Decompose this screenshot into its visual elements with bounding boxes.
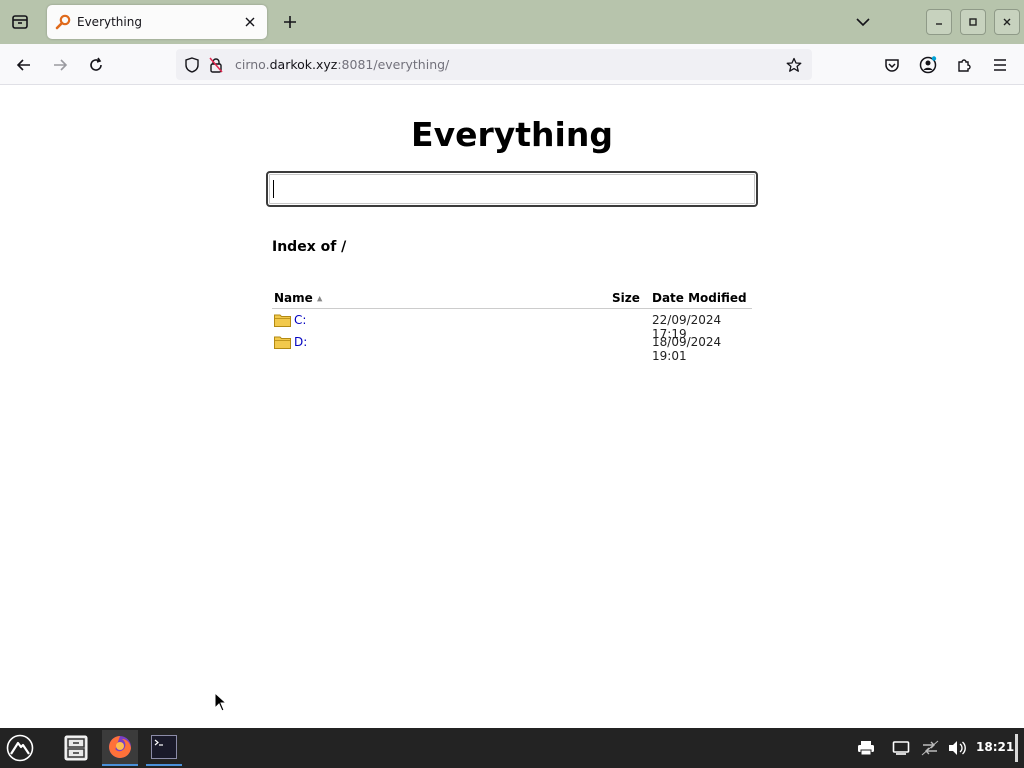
pocket-button[interactable] <box>877 50 907 80</box>
arrow-left-icon <box>16 59 30 71</box>
network-tray-button[interactable] <box>920 738 940 758</box>
shield-icon <box>185 56 199 73</box>
volume-tray-button[interactable] <box>947 738 967 758</box>
table-row[interactable]: D: 18/09/2024 19:01 <box>272 331 752 363</box>
taskbar-file-manager[interactable] <box>58 730 94 766</box>
url-prefix: cirno. <box>235 57 270 72</box>
display-tray-button[interactable] <box>891 738 911 758</box>
start-menu-button[interactable] <box>2 730 38 766</box>
firefox-icon <box>109 736 131 758</box>
file-listing-table: Name ▲ Size Date Modified C: 22/09/2024 … <box>272 289 752 363</box>
close-window-icon <box>1003 18 1011 26</box>
insecure-lock-icon <box>209 57 223 73</box>
url-suffix: :8081/everything/ <box>337 57 450 72</box>
arrow-right-icon <box>54 59 68 71</box>
account-icon <box>919 56 937 74</box>
network-disconnected-icon <box>921 740 939 756</box>
bookmark-button[interactable] <box>782 53 806 77</box>
firefox-view-button[interactable] <box>6 8 34 36</box>
file-cabinet-icon <box>64 735 88 761</box>
new-tab-button[interactable] <box>276 8 304 36</box>
column-header-name[interactable]: Name ▲ <box>274 291 322 305</box>
back-button[interactable] <box>9 50 39 80</box>
maximize-icon <box>969 18 977 26</box>
page-content: Everything Index of / Name ▲ Size Date M… <box>0 85 1024 728</box>
taskbar: 18:21 <box>0 728 1024 768</box>
row-name-link[interactable]: C: <box>294 313 306 327</box>
tab-strip: Everything <box>0 0 1024 44</box>
row-name-link[interactable]: D: <box>294 335 307 349</box>
speaker-icon <box>949 741 966 755</box>
monitor-icon <box>892 741 910 755</box>
printer-tray-button[interactable] <box>856 738 876 758</box>
table-header-row: Name ▲ Size Date Modified <box>272 289 752 309</box>
taskbar-clock[interactable]: 18:21 <box>976 740 1014 754</box>
close-icon <box>245 17 255 27</box>
reload-icon <box>90 57 102 71</box>
show-desktop-button[interactable] <box>1015 734 1018 762</box>
page-title: Everything <box>411 115 613 154</box>
reload-button[interactable] <box>81 50 111 80</box>
folder-icon <box>274 336 291 349</box>
tab-close-button[interactable] <box>241 13 259 31</box>
puzzle-icon <box>958 59 971 72</box>
tracking-protection-button[interactable] <box>181 54 203 76</box>
site-info-button[interactable] <box>205 54 227 76</box>
app-menu-button[interactable] <box>985 50 1015 80</box>
close-window-button[interactable] <box>994 9 1020 35</box>
browser-tab-active[interactable]: Everything <box>47 5 267 39</box>
address-bar[interactable]: cirno.darkok.xyz:8081/everything/ <box>176 49 812 80</box>
column-header-name-label: Name <box>274 291 313 305</box>
distro-logo-icon <box>6 734 34 762</box>
index-heading: Index of / <box>272 239 347 255</box>
chevron-down-icon <box>856 18 870 27</box>
list-all-tabs-button[interactable] <box>849 8 877 36</box>
plus-icon <box>284 16 296 28</box>
sort-ascending-icon: ▲ <box>316 294 323 303</box>
folder-icon <box>274 314 291 327</box>
extensions-button[interactable] <box>949 50 979 80</box>
mouse-pointer-icon <box>214 692 228 712</box>
taskbar-terminal[interactable] <box>146 730 182 766</box>
url-text[interactable]: cirno.darkok.xyz:8081/everything/ <box>235 57 449 72</box>
account-button[interactable] <box>913 50 943 80</box>
table-row[interactable]: C: 22/09/2024 17:19 <box>272 309 752 341</box>
navigation-toolbar: cirno.darkok.xyz:8081/everything/ <box>0 44 1024 85</box>
url-host: darkok.xyz <box>269 57 338 72</box>
text-caret <box>273 180 274 198</box>
column-header-size[interactable]: Size <box>612 291 640 305</box>
row-date-modified: 18/09/2024 19:01 <box>652 335 722 363</box>
firefox-view-icon <box>12 15 28 29</box>
search-favicon-icon <box>55 14 71 30</box>
printer-icon <box>858 741 874 756</box>
tab-title: Everything <box>77 15 142 29</box>
forward-button[interactable] <box>45 50 75 80</box>
maximize-button[interactable] <box>960 9 986 35</box>
taskbar-firefox[interactable] <box>102 730 138 766</box>
minimize-button[interactable] <box>926 9 952 35</box>
star-icon <box>786 57 802 72</box>
column-header-date-modified[interactable]: Date Modified <box>652 291 747 305</box>
search-input[interactable] <box>266 171 758 207</box>
hamburger-menu-icon <box>994 59 1006 71</box>
minimize-icon <box>936 23 942 25</box>
pocket-icon <box>885 59 899 72</box>
terminal-icon <box>151 735 177 759</box>
